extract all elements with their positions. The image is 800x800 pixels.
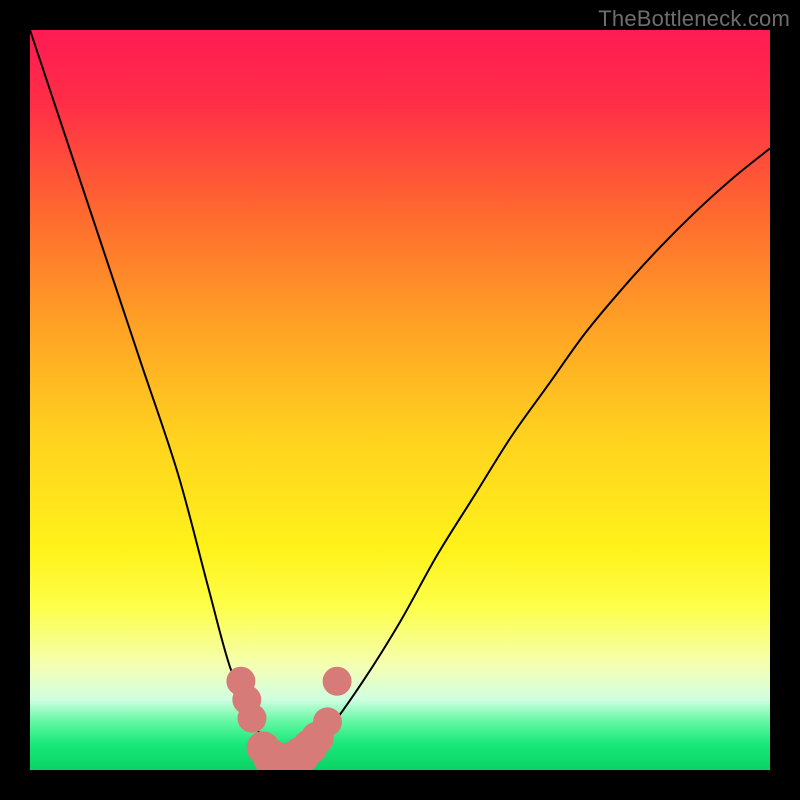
curve-layer [30,30,770,770]
data-marker [313,707,342,736]
plot-area [30,30,770,770]
chart-frame: TheBottleneck.com [0,0,800,800]
data-marker [238,704,267,733]
data-marker [323,667,352,696]
watermark-text: TheBottleneck.com [598,6,790,32]
bottleneck-curve [30,30,770,763]
